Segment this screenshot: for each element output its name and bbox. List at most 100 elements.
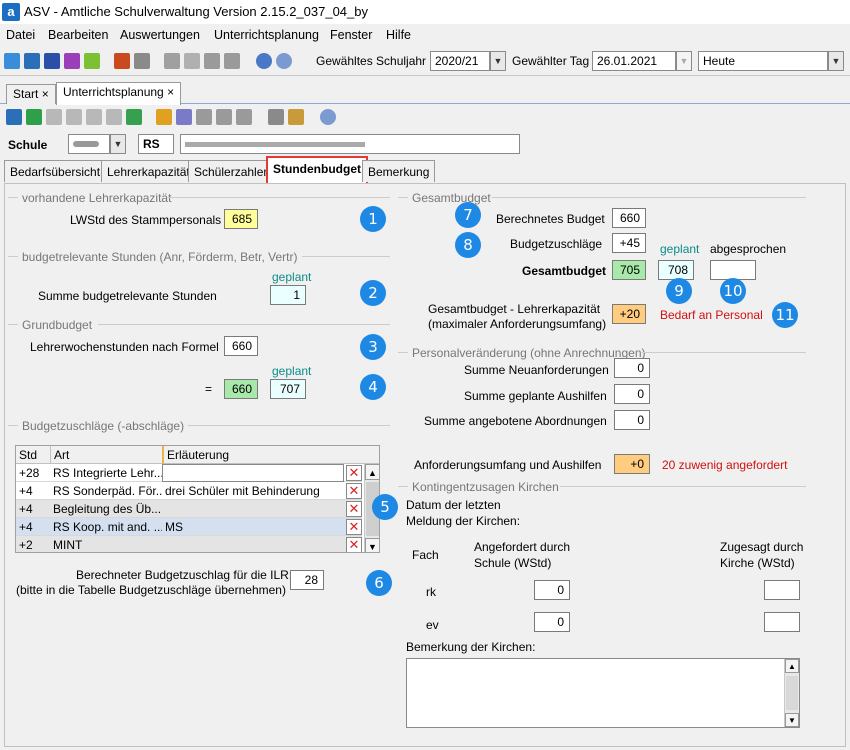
cell-erlaeuterung[interactable] — [162, 464, 344, 482]
chevron-down-icon[interactable]: ▼ — [490, 51, 506, 71]
menu-hilfe[interactable]: Hilfe — [386, 28, 411, 42]
bemerkung-label: Bemerkung der Kirchen: — [406, 640, 536, 654]
people-icon[interactable] — [4, 53, 20, 69]
doc4-icon[interactable] — [106, 109, 122, 125]
eye-icon[interactable] — [176, 109, 192, 125]
window-title: ASV - Amtliche Schulverwaltung Version 2… — [24, 4, 368, 19]
tab-label: Start — [13, 87, 39, 101]
gesamtbudget-geplant-input[interactable]: 708 — [658, 260, 694, 280]
menu-datei[interactable]: Datei — [6, 28, 35, 42]
cell-art: MINT — [53, 538, 83, 552]
bemerkung-textarea[interactable] — [406, 658, 800, 728]
chevron-down-icon[interactable]: ▼ — [676, 51, 692, 71]
summe-label: Summe budgetrelevante Stunden — [38, 289, 217, 303]
tab-unterrichtsplanung[interactable]: Unterrichtsplanung × — [56, 82, 182, 105]
tab-stundenbudget[interactable]: Stundenbudget — [266, 156, 368, 183]
tag-input[interactable]: 26.01.2021 — [592, 51, 676, 71]
delete-icon[interactable]: ✕ — [346, 501, 362, 517]
chevron-down-icon[interactable]: ▼ — [828, 51, 844, 71]
paste-icon[interactable] — [236, 109, 252, 125]
undo-icon[interactable] — [26, 109, 42, 125]
table-row[interactable]: +28 RS Integrierte Lehr... ✕ — [16, 464, 362, 482]
book-icon[interactable] — [114, 53, 130, 69]
help-icon[interactable] — [276, 53, 292, 69]
save-icon[interactable] — [6, 109, 22, 125]
delete-icon[interactable]: ✕ — [346, 519, 362, 535]
grundbudget-geplant-input[interactable]: 707 — [270, 379, 306, 399]
menu-unterrichtsplanung[interactable]: Unterrichtsplanung — [214, 28, 319, 42]
print-icon[interactable] — [268, 109, 284, 125]
column-header[interactable]: Art — [50, 446, 162, 464]
menu-bearbeiten[interactable]: Bearbeiten — [48, 28, 108, 42]
divider — [8, 197, 18, 198]
cell-erlaeuterung[interactable]: MS — [162, 518, 344, 536]
doc1-icon[interactable] — [46, 109, 62, 125]
class-icon[interactable] — [24, 53, 40, 69]
cell-erlaeuterung[interactable] — [162, 536, 344, 552]
tab-bedarfsuebersicht[interactable]: Bedarfsübersicht — [4, 160, 107, 182]
table-row[interactable]: +2 MINT ✕ — [16, 536, 362, 552]
table-row[interactable]: +4 RS Sonderpäd. För... drei Schüler mit… — [16, 482, 362, 500]
column-header[interactable]: Erläuterung — [162, 446, 346, 464]
delete-icon[interactable]: ✕ — [346, 537, 362, 552]
ev-zugesagt-input[interactable] — [764, 612, 800, 632]
gesamtbudget-value: 705 — [612, 260, 646, 280]
copy-icon[interactable] — [164, 53, 180, 69]
calendar-icon[interactable] — [184, 53, 200, 69]
rk-zugesagt-input[interactable] — [764, 580, 800, 600]
rk-angefordert-value: 0 — [534, 580, 570, 600]
tab-start[interactable]: Start × — [6, 84, 56, 104]
gesamtbudget-abgesprochen-input[interactable] — [710, 260, 756, 280]
eraser-icon[interactable] — [156, 109, 172, 125]
doc3-icon[interactable] — [86, 109, 102, 125]
staff-icon[interactable] — [44, 53, 60, 69]
chevron-down-icon[interactable]: ▼ — [365, 538, 379, 552]
anf-value: +0 — [614, 454, 650, 474]
cell-erlaeuterung[interactable] — [162, 500, 344, 518]
help-icon[interactable] — [320, 109, 336, 125]
school-name-field — [180, 134, 520, 154]
course-icon[interactable] — [64, 53, 80, 69]
document-toolbar — [0, 104, 850, 130]
angef-label-1: Angefordert durch — [474, 540, 571, 554]
table-row[interactable]: +4 RS Koop. mit and. ... MS ✕ — [16, 518, 362, 536]
report-icon[interactable] — [134, 53, 150, 69]
delete-icon[interactable]: ✕ — [346, 483, 362, 499]
textarea-scrollbar[interactable]: ▲ ▼ — [784, 659, 799, 727]
lightning-icon[interactable] — [204, 53, 220, 69]
scrollbar-thumb[interactable] — [786, 676, 798, 710]
summe-geplant-input[interactable]: 1 — [270, 285, 306, 305]
cell-erlaeuterung[interactable]: drei Schüler mit Behinderung — [162, 482, 344, 500]
menu-auswertungen[interactable]: Auswertungen — [120, 28, 200, 42]
chevron-up-icon[interactable]: ▲ — [785, 659, 799, 673]
chevron-down-icon[interactable]: ▼ — [785, 713, 799, 727]
refresh-icon[interactable] — [126, 109, 142, 125]
abord-value: 0 — [614, 410, 650, 430]
school-select[interactable] — [68, 134, 110, 154]
table-row[interactable]: +4 Begleitung des Üb... ✕ — [16, 500, 362, 518]
clock-icon[interactable] — [288, 109, 304, 125]
tab-lehrerkapazitaet[interactable]: Lehrerkapazität — [101, 160, 196, 182]
doc2-icon[interactable] — [66, 109, 82, 125]
info-icon[interactable] — [256, 53, 272, 69]
chevron-up-icon[interactable]: ▲ — [365, 464, 379, 480]
callout-3: 3 — [360, 334, 386, 360]
heute-select[interactable]: Heute — [698, 51, 828, 71]
tab-schuelerzahlen[interactable]: Schülerzahlen — [188, 160, 277, 182]
scissors-icon[interactable] — [196, 109, 212, 125]
chevron-down-icon[interactable]: ▼ — [110, 134, 126, 154]
close-icon[interactable]: × — [167, 85, 174, 99]
diff-label-1: Gesamtbudget - Lehrerkapazität — [428, 302, 601, 316]
tab-bemerkung[interactable]: Bemerkung — [362, 160, 436, 182]
copy-icon[interactable] — [216, 109, 232, 125]
delete-icon[interactable]: ✕ — [346, 465, 362, 481]
close-icon[interactable]: × — [42, 87, 49, 101]
callout-11: 11 — [772, 302, 798, 328]
lightning2-icon[interactable] — [224, 53, 240, 69]
callout-4: 4 — [360, 374, 386, 400]
column-header[interactable]: Std — [16, 446, 50, 464]
chat-icon[interactable] — [84, 53, 100, 69]
schuljahr-select[interactable]: 2020/21 — [430, 51, 490, 71]
menu-fenster[interactable]: Fenster — [330, 28, 372, 42]
divider — [398, 352, 408, 353]
